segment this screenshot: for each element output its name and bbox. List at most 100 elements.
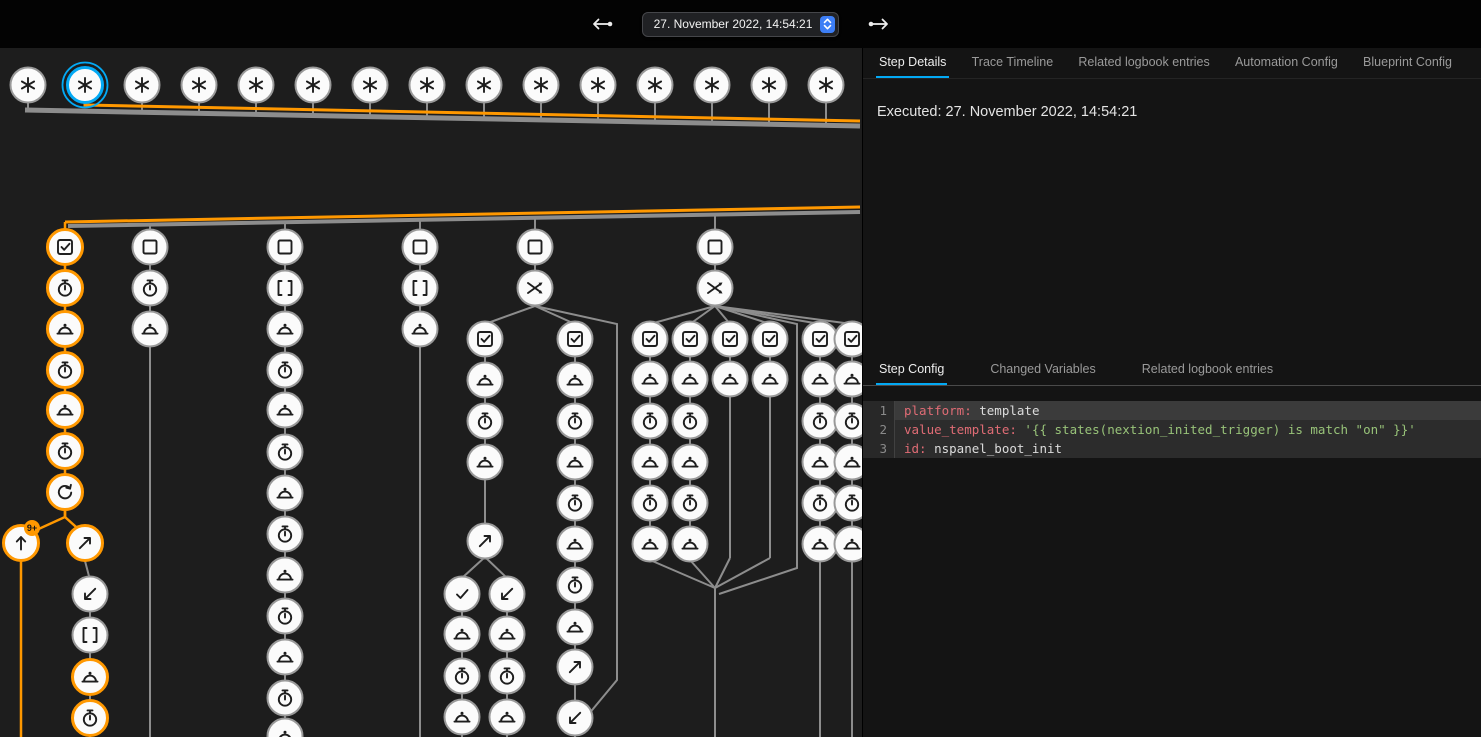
graph-node-parallel-icon[interactable] <box>698 271 733 306</box>
graph-node-service-icon[interactable] <box>803 527 838 562</box>
graph-node-condition-icon[interactable] <box>713 322 748 357</box>
graph-node-delay-icon[interactable] <box>835 486 863 521</box>
graph-node-service-icon[interactable] <box>558 527 593 562</box>
graph-node-service-icon[interactable] <box>673 445 708 480</box>
graph-node-parallel-icon[interactable] <box>518 271 553 306</box>
graph-node-service-icon[interactable] <box>633 445 668 480</box>
graph-node-option-icon[interactable] <box>698 230 733 265</box>
graph-node-service-icon[interactable] <box>803 362 838 397</box>
graph-node-trigger-icon[interactable] <box>63 63 108 108</box>
graph-node-condition-icon[interactable] <box>803 322 838 357</box>
graph-node-service-icon[interactable] <box>268 476 303 511</box>
graph-node-trigger-icon[interactable] <box>11 68 46 103</box>
graph-node-service-icon[interactable] <box>558 363 593 398</box>
graph-node-delay-icon[interactable] <box>633 404 668 439</box>
graph-node-delay-icon[interactable] <box>268 435 303 470</box>
graph-node-service-icon[interactable] <box>558 445 593 480</box>
tab-step-details[interactable]: Step Details <box>876 48 949 78</box>
graph-node-trigger-icon[interactable] <box>239 68 274 103</box>
graph-node-option-icon[interactable] <box>518 230 553 265</box>
graph-node-service-icon[interactable] <box>445 617 480 652</box>
graph-node-delay-icon[interactable] <box>445 659 480 694</box>
graph-node-service-icon[interactable] <box>445 700 480 735</box>
graph-node-service-icon[interactable] <box>268 558 303 593</box>
graph-node-service-icon[interactable] <box>490 700 525 735</box>
graph-node-delay-icon[interactable] <box>268 353 303 388</box>
graph-node-arrow-ne-icon[interactable] <box>468 524 503 559</box>
graph-node-check-icon[interactable] <box>445 577 480 612</box>
graph-node-service-icon[interactable] <box>48 393 83 428</box>
graph-node-service-icon[interactable] <box>268 640 303 675</box>
graph-node-service-icon[interactable] <box>268 312 303 347</box>
graph-node-option-icon[interactable] <box>133 230 168 265</box>
graph-node-service-icon[interactable] <box>633 527 668 562</box>
graph-node-delay-icon[interactable] <box>558 568 593 603</box>
graph-node-delay-icon[interactable] <box>673 404 708 439</box>
automation-graph-panel[interactable]: 9+ <box>0 48 862 737</box>
graph-node-trigger-icon[interactable] <box>524 68 559 103</box>
graph-node-condition-icon[interactable] <box>48 230 83 265</box>
graph-node-service-icon[interactable] <box>490 617 525 652</box>
graph-node-trigger-icon[interactable] <box>296 68 331 103</box>
graph-node-delay-icon[interactable] <box>48 271 83 306</box>
graph-node-brackets-icon[interactable] <box>403 271 438 306</box>
graph-node-brackets-icon[interactable] <box>268 271 303 306</box>
graph-node-arrow-sw-icon[interactable] <box>558 701 593 736</box>
tab-step-config[interactable]: Step Config <box>876 355 947 385</box>
graph-node-trigger-icon[interactable] <box>638 68 673 103</box>
previous-run-button[interactable] <box>588 12 616 36</box>
graph-node-arrow-sw-icon[interactable] <box>490 577 525 612</box>
graph-node-trigger-icon[interactable] <box>752 68 787 103</box>
graph-node-option-icon[interactable] <box>403 230 438 265</box>
graph-node-condition-icon[interactable] <box>468 322 503 357</box>
graph-node-trigger-icon[interactable] <box>182 68 217 103</box>
graph-node-trigger-icon[interactable] <box>581 68 616 103</box>
graph-node-condition-icon[interactable] <box>835 322 863 357</box>
tab-trace-timeline[interactable]: Trace Timeline <box>969 48 1057 78</box>
graph-node-trigger-icon[interactable] <box>410 68 445 103</box>
graph-node-service-icon[interactable] <box>835 362 863 397</box>
graph-node-service-icon[interactable] <box>633 362 668 397</box>
graph-node-service-icon[interactable] <box>468 363 503 398</box>
graph-node-service-icon[interactable] <box>673 527 708 562</box>
tab-related-logbook-entries[interactable]: Related logbook entries <box>1075 48 1212 78</box>
graph-node-option-icon[interactable] <box>268 230 303 265</box>
graph-node-service-icon[interactable] <box>835 527 863 562</box>
graph-node-delay-icon[interactable] <box>48 353 83 388</box>
graph-node-delay-icon[interactable] <box>490 659 525 694</box>
run-select[interactable]: 27. November 2022, 14:54:21 <box>642 12 840 37</box>
graph-node-service-icon[interactable] <box>673 362 708 397</box>
graph-node-delay-icon[interactable] <box>133 271 168 306</box>
graph-node-service-icon[interactable] <box>713 362 748 397</box>
graph-node-delay-icon[interactable] <box>558 486 593 521</box>
tab-automation-config[interactable]: Automation Config <box>1232 48 1341 78</box>
graph-node-delay-icon[interactable] <box>673 486 708 521</box>
graph-node-service-icon[interactable] <box>48 312 83 347</box>
graph-node-delay-icon[interactable] <box>633 486 668 521</box>
graph-node-delay-icon[interactable] <box>73 701 108 736</box>
graph-node-delay-icon[interactable] <box>268 517 303 552</box>
graph-node-service-icon[interactable] <box>753 362 788 397</box>
graph-node-service-icon[interactable] <box>268 719 303 737</box>
graph-node-trigger-icon[interactable] <box>353 68 388 103</box>
graph-node-service-icon[interactable] <box>133 312 168 347</box>
tab-changed-variables[interactable]: Changed Variables <box>987 355 1098 385</box>
graph-node-delay-icon[interactable] <box>803 404 838 439</box>
graph-node-delay-icon[interactable] <box>268 681 303 716</box>
graph-node-service-icon[interactable] <box>835 445 863 480</box>
graph-node-condition-icon[interactable] <box>753 322 788 357</box>
graph-node-delay-icon[interactable] <box>558 404 593 439</box>
graph-node-brackets-icon[interactable] <box>73 618 108 653</box>
graph-node-delay-icon[interactable] <box>48 434 83 469</box>
graph-node-arrow-ne-icon[interactable] <box>558 650 593 685</box>
graph-node-delay-icon[interactable] <box>268 599 303 634</box>
graph-node-service-icon[interactable] <box>803 445 838 480</box>
graph-node-condition-icon[interactable] <box>633 322 668 357</box>
graph-node-service-icon[interactable] <box>268 393 303 428</box>
graph-node-arrow-ne-icon[interactable] <box>68 526 103 561</box>
graph-node-delay-icon[interactable] <box>468 404 503 439</box>
graph-node-condition-icon[interactable] <box>673 322 708 357</box>
graph-node-condition-icon[interactable] <box>558 322 593 357</box>
tab-related-logbook-entries-2[interactable]: Related logbook entries <box>1139 355 1276 385</box>
graph-node-delay-icon[interactable] <box>835 404 863 439</box>
